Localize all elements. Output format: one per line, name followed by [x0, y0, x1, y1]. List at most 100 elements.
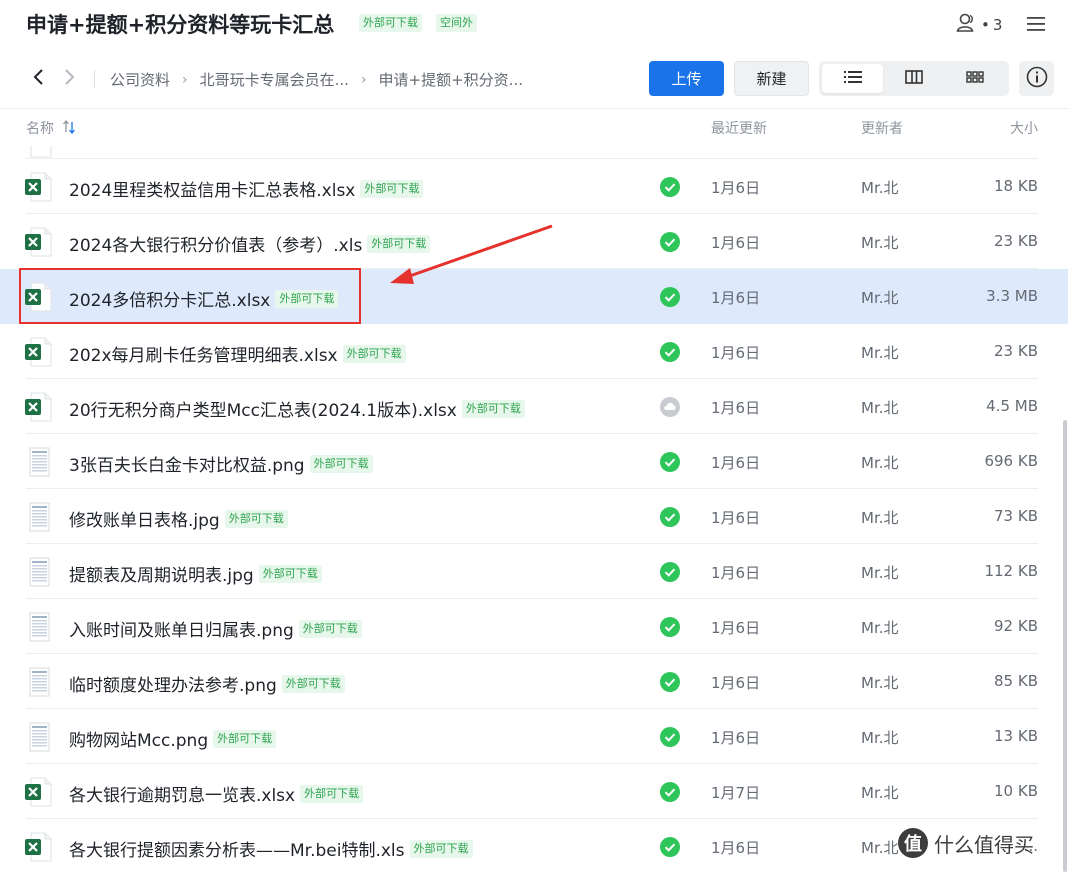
- file-name[interactable]: 购物网站Mcc.png: [69, 726, 208, 751]
- file-size: 696 KB: [984, 452, 1038, 470]
- watermark-logo: 值: [898, 828, 928, 858]
- breadcrumb-item-member-folder[interactable]: 北哥玩卡专属会员在...: [200, 69, 349, 90]
- chevron-left-icon: [32, 68, 44, 90]
- breadcrumb-separator-icon: ›: [360, 71, 367, 88]
- file-name[interactable]: 提额表及周期说明表.jpg: [69, 561, 254, 586]
- file-name-cell: 提额表及周期说明表.jpg 外部可下载: [69, 561, 322, 586]
- file-name-cell: 20行无积分商户类型Mcc汇总表(2024.1版本).xlsx 外部可下载: [69, 396, 525, 421]
- forward-button[interactable]: [60, 68, 80, 90]
- updated-date: 1月6日: [711, 674, 761, 692]
- table-row[interactable]: 入账时间及账单日归属表.png 外部可下载 1月6日 Mr.北 92 KB: [0, 599, 1068, 654]
- updated-date: 1月7日: [711, 784, 761, 802]
- table-row[interactable]: 2024里程类权益信用卡汇总表格.xlsx 外部可下载 1月6日 Mr.北 18 KB: [0, 159, 1068, 214]
- view-switcher: [819, 61, 1009, 96]
- table-row[interactable]: 提额表及周期说明表.jpg 外部可下载 1月6日 Mr.北 112 KB: [0, 544, 1068, 599]
- menu-button[interactable]: [1026, 14, 1046, 34]
- file-name[interactable]: 入账时间及账单日归属表.png: [69, 616, 294, 641]
- file-name[interactable]: 临时额度处理办法参考.png: [69, 671, 277, 696]
- upload-button[interactable]: 上传: [649, 61, 724, 96]
- updated-date: 1月6日: [711, 454, 761, 472]
- updated-date: 1月6日: [711, 289, 761, 307]
- external-download-tag: 外部可下载: [360, 179, 424, 198]
- updater-name: Mr.北: [861, 344, 899, 362]
- synced-check-icon: [660, 562, 680, 582]
- annotation-arrow-icon: [390, 224, 553, 284]
- table-header: 名称 最近更新 更新者 大小: [0, 108, 1068, 146]
- file-size: 23 KB: [994, 342, 1038, 360]
- table-row[interactable]: 202x每月刷卡任务管理明细表.xlsx 外部可下载 1月6日 Mr.北 23 KB: [0, 324, 1068, 379]
- cloud-status-icon: [660, 397, 680, 417]
- file-name-cell: 购物网站Mcc.png 外部可下载: [69, 726, 277, 751]
- watermark-text: 什么值得买: [934, 832, 1034, 857]
- image-thumbnail-icon: [24, 447, 54, 477]
- list-view-icon: [843, 69, 862, 88]
- updater-name: Mr.北: [861, 234, 899, 252]
- vertical-scrollbar[interactable]: [1063, 420, 1067, 872]
- file-name[interactable]: 各大银行逾期罚息一览表.xlsx: [69, 781, 295, 806]
- file-name-cell: 3张百夫长白金卡对比权益.png 外部可下载: [69, 451, 373, 476]
- file-name-cell: 修改账单日表格.jpg 外部可下载: [69, 506, 288, 531]
- file-size: 23 KB: [994, 232, 1038, 250]
- breadcrumb-item-company[interactable]: 公司资料: [110, 69, 170, 90]
- updater-name: Mr.北: [861, 674, 899, 692]
- image-thumbnail-icon: [24, 557, 54, 587]
- file-name[interactable]: 各大银行提额因素分析表——Mr.bei特制.xls: [69, 836, 405, 861]
- column-view-button[interactable]: [883, 64, 944, 93]
- column-header-updater[interactable]: 更新者: [861, 118, 903, 138]
- excel-icon: [24, 777, 54, 807]
- sort-icon[interactable]: [62, 119, 76, 138]
- synced-check-icon: [660, 287, 680, 307]
- watermark: 值 什么值得买: [898, 828, 1034, 858]
- synced-check-icon: [660, 837, 680, 857]
- user-icon: [956, 13, 978, 37]
- file-name[interactable]: 202x每月刷卡任务管理明细表.xlsx: [69, 341, 338, 366]
- file-name[interactable]: 2024各大银行积分价值表（参考）.xls: [69, 231, 362, 256]
- excel-icon: [24, 227, 54, 257]
- file-size: 73 KB: [994, 507, 1038, 525]
- updater-name: Mr.北: [861, 179, 899, 197]
- table-row[interactable]: 临时额度处理办法参考.png 外部可下载 1月6日 Mr.北 85 KB: [0, 654, 1068, 709]
- updater-name: Mr.北: [861, 509, 899, 527]
- updated-date: 1月6日: [711, 839, 761, 857]
- updater-name: Mr.北: [861, 289, 899, 307]
- updater-name: Mr.北: [861, 399, 899, 417]
- updated-date: 1月6日: [711, 729, 761, 747]
- table-row[interactable]: 购物网站Mcc.png 外部可下载 1月6日 Mr.北 13 KB: [0, 709, 1068, 764]
- table-row[interactable]: 各大银行逾期罚息一览表.xlsx 外部可下载 1月7日 Mr.北 10 KB: [0, 764, 1068, 819]
- file-name[interactable]: 修改账单日表格.jpg: [69, 506, 220, 531]
- page-title: 申请+提额+积分资料等玩卡汇总: [26, 13, 335, 37]
- file-name[interactable]: 3张百夫长白金卡对比权益.png: [69, 451, 305, 476]
- external-download-tag: 外部可下载: [224, 509, 288, 528]
- file-size: 85 KB: [994, 672, 1038, 690]
- table-row[interactable]: 3张百夫长白金卡对比权益.png 外部可下载 1月6日 Mr.北 696 KB: [0, 434, 1068, 489]
- chevron-right-icon: [64, 68, 76, 90]
- info-button[interactable]: [1019, 61, 1054, 96]
- updater-name: Mr.北: [861, 454, 899, 472]
- image-thumbnail-icon: [24, 722, 54, 752]
- table-row[interactable]: 修改账单日表格.jpg 外部可下载 1月6日 Mr.北 73 KB: [0, 489, 1068, 544]
- synced-check-icon: [660, 507, 680, 527]
- file-name[interactable]: 20行无积分商户类型Mcc汇总表(2024.1版本).xlsx: [69, 396, 457, 421]
- new-button[interactable]: 新建: [734, 61, 809, 96]
- column-header-date[interactable]: 最近更新: [711, 118, 767, 138]
- partial-row: [0, 146, 1068, 159]
- image-thumbnail-icon: [24, 502, 54, 532]
- list-view-button[interactable]: [822, 64, 883, 93]
- table-row[interactable]: 20行无积分商户类型Mcc汇总表(2024.1版本).xlsx 外部可下载 1月6日…: [0, 379, 1068, 434]
- updated-date: 1月6日: [711, 619, 761, 637]
- excel-icon: [24, 337, 54, 367]
- column-header-size[interactable]: 大小: [1010, 118, 1038, 138]
- column-header-name[interactable]: 名称: [26, 118, 54, 138]
- file-size: 3.3 MB: [986, 287, 1038, 305]
- updater-name: Mr.北: [861, 619, 899, 637]
- external-download-tag: 外部可下载: [258, 564, 322, 583]
- nav-divider: [94, 70, 95, 88]
- external-download-tag: 外部可下载: [409, 839, 473, 858]
- file-name[interactable]: 2024里程类权益信用卡汇总表格.xlsx: [69, 176, 355, 201]
- breadcrumb-separator-icon: ›: [182, 71, 188, 88]
- breadcrumb-item-current[interactable]: 申请+提额+积分资...: [379, 69, 523, 90]
- grid-view-button[interactable]: [944, 64, 1005, 93]
- grid-view-icon: [965, 69, 984, 88]
- members-button[interactable]: • 3: [956, 13, 1002, 37]
- back-button[interactable]: [28, 68, 48, 90]
